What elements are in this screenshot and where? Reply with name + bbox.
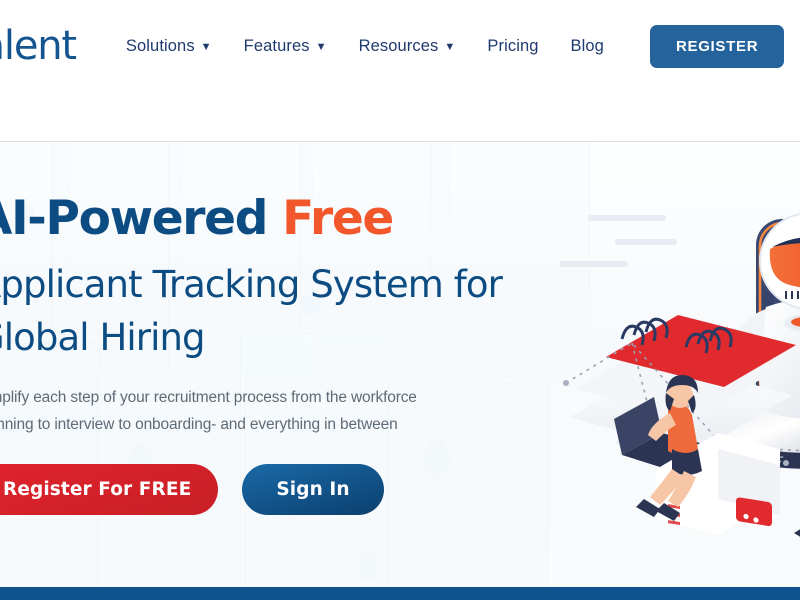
chevron-down-icon: ▼: [200, 40, 212, 53]
nav-label-blog: Blog: [570, 36, 604, 55]
nav-label-solutions: Solutions: [125, 36, 195, 55]
nav-item-blog[interactable]: Blog: [555, 29, 620, 64]
headline-accent: Free: [282, 191, 394, 246]
hero-description: Simplify each step of your recruitment p…: [0, 389, 417, 433]
headline-primary: AI-Powered: [0, 191, 283, 246]
register-button[interactable]: REGISTER: [649, 24, 785, 68]
hero-content: AI-Powered Free Applicant Tracking Syste…: [0, 195, 576, 516]
chevron-down-icon: ▼: [315, 40, 327, 53]
header-inner: Talent Solutions ▼ Features ▼ Resources …: [0, 18, 800, 74]
nav-item-pricing[interactable]: Pricing: [471, 29, 554, 64]
nav-item-solutions[interactable]: Solutions ▼: [110, 29, 228, 64]
register-for-free-button[interactable]: Register For FREE: [0, 464, 219, 516]
nav-label-resources: Resources: [358, 36, 439, 55]
site-logo[interactable]: Talent: [0, 18, 77, 74]
site-header: Talent Solutions ▼ Features ▼ Resources …: [0, 0, 800, 142]
sign-in-button[interactable]: Sign In: [242, 464, 384, 516]
page-title: AI-Powered Free: [0, 195, 576, 242]
bottom-accent-bar: [0, 587, 800, 600]
logo-text: Talent: [0, 23, 77, 69]
chevron-down-icon: ▼: [444, 40, 456, 53]
nav-item-resources[interactable]: Resources ▼: [343, 29, 472, 64]
main-navigation: Solutions ▼ Features ▼ Resources ▼ Prici…: [110, 29, 620, 64]
hero-cta-row: Register For FREE Sign In: [0, 464, 576, 516]
nav-label-features: Features: [243, 36, 310, 55]
hero-section: AI-Powered Free Applicant Tracking Syste…: [0, 143, 800, 587]
hero-illustration: [560, 157, 800, 557]
landing-page: Talent Solutions ▼ Features ▼ Resources …: [0, 0, 800, 600]
nav-label-pricing: Pricing: [487, 36, 539, 55]
page-subtitle: Applicant Tracking System for Global Hir…: [0, 263, 503, 359]
nav-item-features[interactable]: Features ▼: [228, 29, 343, 64]
